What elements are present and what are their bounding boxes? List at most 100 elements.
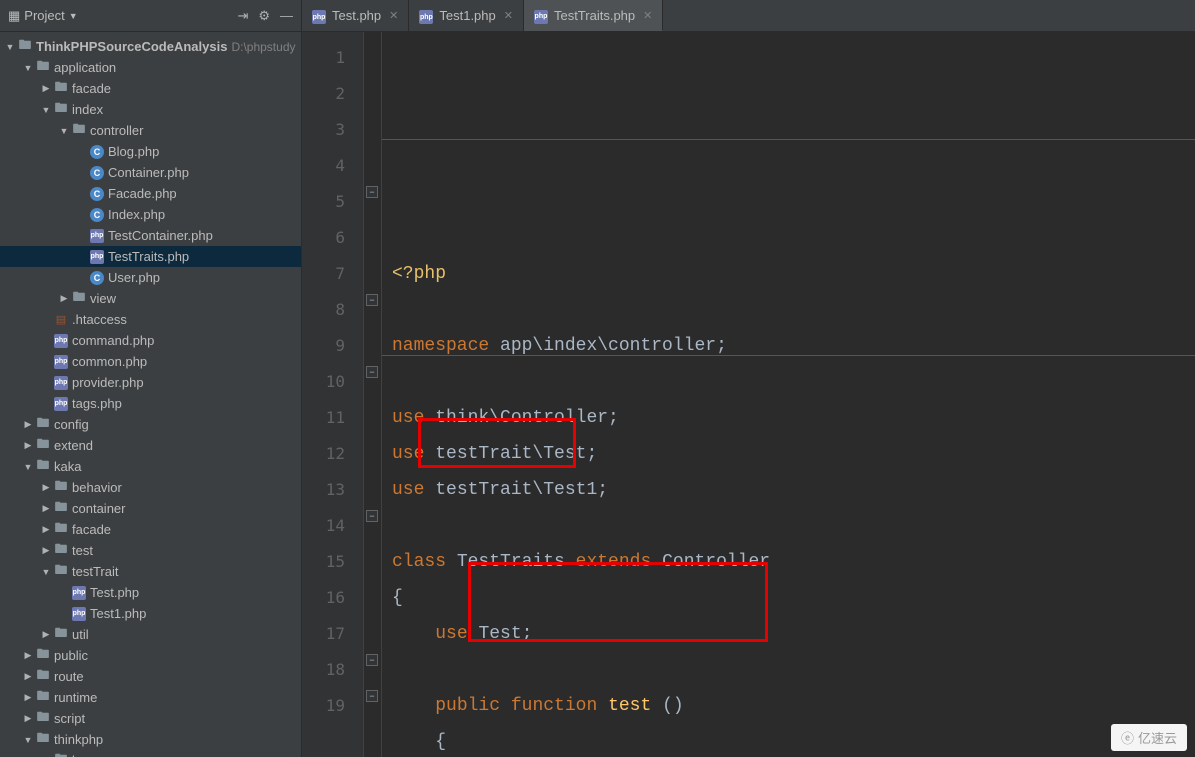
code-line[interactable]: <?php xyxy=(392,256,1195,292)
chevron-down-icon[interactable]: ▼ xyxy=(22,462,34,472)
code-line[interactable]: use think\Controller; xyxy=(392,400,1195,436)
tree-node[interactable]: ▶🖿config xyxy=(0,414,301,435)
code-line[interactable] xyxy=(392,652,1195,688)
tree-node-label: TestTraits.php xyxy=(108,249,189,264)
chevron-down-icon[interactable]: ▼ xyxy=(58,126,70,136)
chevron-right-icon[interactable]: ▶ xyxy=(22,692,34,703)
tree-node[interactable]: phpTestTraits.php xyxy=(0,246,301,267)
chevron-right-icon[interactable]: ▶ xyxy=(22,440,34,451)
tree-node[interactable]: ▶🖿extend xyxy=(0,435,301,456)
code-line[interactable]: class TestTraits extends Controller xyxy=(392,544,1195,580)
chevron-right-icon[interactable]: ▶ xyxy=(58,293,70,304)
code-line[interactable] xyxy=(392,364,1195,400)
tab-label: Test1.php xyxy=(439,8,495,23)
chevron-right-icon[interactable]: ▶ xyxy=(22,671,34,682)
tree-node[interactable]: ▶🖿facade xyxy=(0,519,301,540)
tree-node[interactable]: ▶🖿facade xyxy=(0,78,301,99)
tree-node[interactable]: ▶🖿behavior xyxy=(0,477,301,498)
tree-node[interactable]: ▼🖿ThinkPHPSourceCodeAnalysisD:\phpstudy xyxy=(0,36,301,57)
chevron-down-icon[interactable]: ▼ xyxy=(40,567,52,577)
php-class-icon: C xyxy=(88,271,106,285)
chevron-right-icon[interactable]: ▶ xyxy=(22,713,34,724)
code-line[interactable]: { xyxy=(392,580,1195,616)
tree-node[interactable]: phpTestContainer.php xyxy=(0,225,301,246)
tree-node[interactable]: ▶🖿util xyxy=(0,624,301,645)
tree-node[interactable]: ▶🖿runtime xyxy=(0,687,301,708)
close-icon[interactable]: ✕ xyxy=(389,9,398,22)
chevron-right-icon[interactable]: ▶ xyxy=(40,545,52,556)
tree-node[interactable]: phpprovider.php xyxy=(0,372,301,393)
tree-node[interactable]: ▼🖿controller xyxy=(0,120,301,141)
editor-tab[interactable]: phpTest.php✕ xyxy=(302,0,409,31)
chevron-right-icon[interactable]: ▶ xyxy=(40,524,52,535)
tree-node[interactable]: CBlog.php xyxy=(0,141,301,162)
line-number: 10 xyxy=(302,364,363,400)
tree-node-label: Container.php xyxy=(108,165,189,180)
close-icon[interactable]: ✕ xyxy=(643,9,652,22)
chevron-down-icon[interactable]: ▼ xyxy=(40,105,52,115)
fold-marker[interactable]: − xyxy=(366,654,378,666)
tree-node[interactable]: ▼🖿application xyxy=(0,57,301,78)
tree-node-label: provider.php xyxy=(72,375,144,390)
tree-node-label: common.php xyxy=(72,354,147,369)
project-tree[interactable]: ▼🖿ThinkPHPSourceCodeAnalysisD:\phpstudy▼… xyxy=(0,32,301,757)
minimize-icon[interactable]: — xyxy=(280,8,293,24)
fold-marker[interactable]: − xyxy=(366,510,378,522)
code-line[interactable]: namespace app\index\controller; xyxy=(392,328,1195,364)
code-line[interactable]: { xyxy=(392,724,1195,757)
tree-node[interactable]: ▶🖿container xyxy=(0,498,301,519)
fold-marker[interactable]: − xyxy=(366,186,378,198)
tree-node[interactable]: CFacade.php xyxy=(0,183,301,204)
chevron-down-icon[interactable]: ▼ xyxy=(22,735,34,745)
code-line[interactable]: use testTrait\Test; xyxy=(392,436,1195,472)
tree-node[interactable]: CIndex.php xyxy=(0,204,301,225)
code-line[interactable] xyxy=(392,508,1195,544)
fold-marker[interactable]: − xyxy=(366,366,378,378)
chevron-right-icon[interactable]: ▶ xyxy=(40,629,52,640)
chevron-right-icon[interactable]: ▶ xyxy=(22,650,34,661)
gear-icon[interactable]: ⚙ xyxy=(258,8,270,24)
tree-node[interactable]: phpTest.php xyxy=(0,582,301,603)
tree-node[interactable]: CUser.php xyxy=(0,267,301,288)
editor-tab[interactable]: phpTest1.php✕ xyxy=(409,0,524,31)
tree-node-label: Blog.php xyxy=(108,144,159,159)
folder-icon: 🖿 xyxy=(34,57,52,79)
tree-node[interactable]: ▼🖿index xyxy=(0,99,301,120)
code-line[interactable]: public function test () xyxy=(392,688,1195,724)
chevron-down-icon[interactable]: ▼ xyxy=(4,42,16,52)
chevron-right-icon[interactable]: ▶ xyxy=(40,83,52,94)
tree-node[interactable]: ▶🖿lang xyxy=(0,750,301,757)
tree-node-label: Test1.php xyxy=(90,606,146,621)
tree-node[interactable]: phpcommand.php xyxy=(0,330,301,351)
code-editor[interactable]: <?php namespace app\index\controller; us… xyxy=(382,32,1195,757)
line-number: 2 xyxy=(302,76,363,112)
tree-node[interactable]: ▼🖿kaka xyxy=(0,456,301,477)
tree-node[interactable]: ▼🖿testTrait xyxy=(0,561,301,582)
line-number: 7 xyxy=(302,256,363,292)
tree-node[interactable]: ▼🖿thinkphp xyxy=(0,729,301,750)
collapse-icon[interactable]: ⇥ xyxy=(237,8,248,24)
chevron-right-icon[interactable]: ▶ xyxy=(22,419,34,430)
code-line[interactable]: use Test; xyxy=(392,616,1195,652)
tree-node[interactable]: phptags.php xyxy=(0,393,301,414)
code-line[interactable] xyxy=(392,292,1195,328)
chevron-down-icon[interactable]: ▼ xyxy=(22,63,34,73)
code-line[interactable]: use testTrait\Test1; xyxy=(392,472,1195,508)
chevron-right-icon[interactable]: ▶ xyxy=(40,482,52,493)
chevron-right-icon[interactable]: ▶ xyxy=(40,503,52,514)
tree-node[interactable]: CContainer.php xyxy=(0,162,301,183)
tree-node[interactable]: ▶🖿test xyxy=(0,540,301,561)
fold-marker[interactable]: − xyxy=(366,294,378,306)
chevron-down-icon[interactable]: ▼ xyxy=(69,11,78,21)
tree-node[interactable]: phpTest1.php xyxy=(0,603,301,624)
tree-node[interactable]: ▤.htaccess xyxy=(0,309,301,330)
tree-node[interactable]: ▶🖿script xyxy=(0,708,301,729)
tree-node-label: User.php xyxy=(108,270,160,285)
editor-tab[interactable]: phpTestTraits.php✕ xyxy=(524,0,663,31)
tree-node[interactable]: phpcommon.php xyxy=(0,351,301,372)
tree-node[interactable]: ▶🖿route xyxy=(0,666,301,687)
fold-marker[interactable]: − xyxy=(366,690,378,702)
close-icon[interactable]: ✕ xyxy=(504,9,513,22)
tree-node[interactable]: ▶🖿view xyxy=(0,288,301,309)
tree-node[interactable]: ▶🖿public xyxy=(0,645,301,666)
